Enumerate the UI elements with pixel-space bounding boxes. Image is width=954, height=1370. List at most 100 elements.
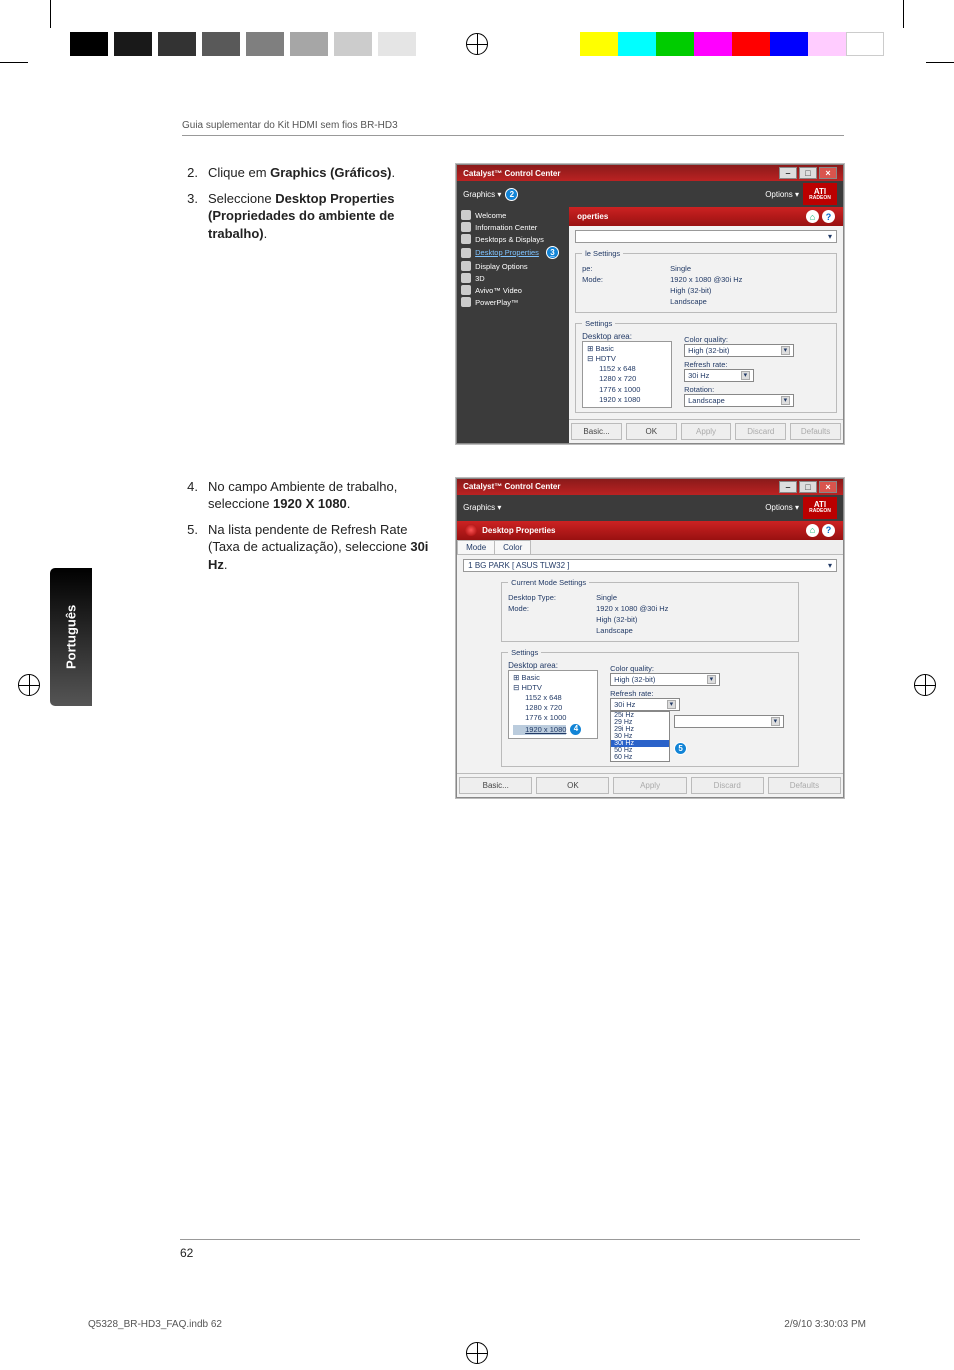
step-3: 3. Seleccione Desktop Properties (Propri… (182, 190, 432, 243)
panel-legend: Settings (582, 319, 615, 328)
ok-button[interactable]: OK (626, 423, 677, 440)
crop-mark (0, 62, 28, 63)
help-icon[interactable]: ? (822, 524, 835, 537)
graphics-menu[interactable]: Graphics ▾ (463, 190, 501, 199)
discard-button[interactable]: Discard (691, 777, 764, 794)
rotation-dropdown[interactable]: ▾ (674, 715, 784, 728)
basic-button[interactable]: Basic... (571, 423, 622, 440)
window-titlebar: Catalyst™ Control Center – □ × (457, 165, 843, 181)
minimize-button[interactable]: – (779, 481, 797, 493)
desktop-area-tree[interactable]: ⊞ Basic ⊟ HDTV 1152 x 648 1280 x 720 177… (582, 341, 672, 408)
refresh-rate-option[interactable]: 29 Hz (611, 719, 669, 726)
tab-color[interactable]: Color (494, 540, 531, 554)
color-bar (580, 32, 884, 56)
tree-node-basic[interactable]: ⊞ Basic (513, 673, 593, 683)
tree-node-resolution[interactable]: 1152 x 648 (513, 693, 593, 703)
sidebar-item-welcome[interactable]: Welcome (457, 209, 569, 221)
density-bar (70, 32, 422, 56)
sidebar-item-display-options[interactable]: Display Options (457, 260, 569, 272)
window-title: Catalyst™ Control Center (463, 482, 560, 491)
label-mode: Mode: (508, 604, 586, 613)
value-color: High (32-bit) (596, 615, 637, 624)
sidebar-item-desktop-properties[interactable]: Desktop Properties3 (457, 245, 569, 260)
home-icon[interactable]: ⌂ (806, 524, 819, 537)
slug-file: Q5328_BR-HD3_FAQ.indb 62 (88, 1319, 222, 1330)
maximize-button[interactable]: □ (799, 481, 817, 493)
sidebar-item-label: 3D (475, 274, 485, 283)
apply-button[interactable]: Apply (681, 423, 732, 440)
color-quality-dropdown[interactable]: High (32-bit)▾ (610, 673, 720, 686)
close-button[interactable]: × (819, 481, 837, 493)
ok-button[interactable]: OK (536, 777, 609, 794)
options-menu[interactable]: Options ▾ (765, 190, 799, 199)
panel-legend: le Settings (582, 249, 623, 258)
settings-panel: Settings Desktop area: ⊞ Basic ⊟ HDTV 11… (501, 648, 799, 767)
tree-node-basic[interactable]: ⊞ Basic (587, 344, 667, 354)
refresh-rate-option[interactable]: 50 Hz (611, 747, 669, 754)
sidebar-item-desktops[interactable]: Desktops & Displays (457, 233, 569, 245)
sidebar-item-info[interactable]: Information Center (457, 221, 569, 233)
tree-node-hdtv[interactable]: ⊟ HDTV (513, 683, 593, 693)
label-desktop-area: Desktop area: (508, 661, 598, 670)
tree-node-1920x1080[interactable]: 1920 x 1080 (513, 725, 566, 735)
label-desktop-type: Desktop Type: (508, 593, 586, 602)
step-text: . (392, 165, 396, 180)
value-desktop-type: Single (596, 593, 617, 602)
ati-logo: ATIRADEON (803, 497, 837, 519)
tab-mode[interactable]: Mode (457, 540, 495, 554)
options-menu[interactable]: Options ▾ (765, 503, 799, 512)
tree-node-resolution[interactable]: 1280 x 720 (513, 703, 593, 713)
refresh-rate-option[interactable]: 25i Hz (611, 712, 669, 719)
sidebar-item-avivo[interactable]: Avivo™ Video (457, 284, 569, 296)
defaults-button[interactable]: Defaults (768, 777, 841, 794)
apply-button[interactable]: Apply (613, 777, 686, 794)
tree-node-resolution[interactable]: 1152 x 648 (587, 364, 667, 374)
help-icon[interactable]: ? (822, 210, 835, 223)
rotation-dropdown[interactable]: Landscape▾ (684, 394, 794, 407)
color-quality-dropdown[interactable]: High (32-bit)▾ (684, 344, 794, 357)
value-mode: 1920 x 1080 @30i Hz (596, 604, 668, 613)
options-icon (461, 261, 471, 271)
value-desktop-type: Single (670, 264, 691, 273)
step-text: . (224, 557, 228, 572)
display-icon (461, 234, 471, 244)
label-mode: Mode: (582, 275, 660, 284)
step-number: 3. (182, 190, 198, 243)
video-icon (461, 285, 471, 295)
home-icon[interactable]: ⌂ (806, 210, 819, 223)
current-mode-panel: le Settings pe:Single Mode:1920 x 1080 @… (575, 249, 837, 313)
dropdown-value: Landscape (688, 396, 725, 405)
registration-mark-right (914, 674, 936, 696)
panel-legend: Settings (508, 648, 541, 657)
maximize-button[interactable]: □ (799, 167, 817, 179)
tree-node-resolution[interactable]: 1920 x 1080 (587, 395, 667, 405)
tree-node-resolution[interactable]: 1280 x 720 (587, 374, 667, 384)
basic-button[interactable]: Basic... (459, 777, 532, 794)
close-button[interactable]: × (819, 167, 837, 179)
dropdown-value: 1 BG PARK [ ASUS TLW32 ] (468, 561, 569, 570)
tree-node-resolution[interactable]: 1776 x 1000 (513, 713, 593, 723)
refresh-rate-option[interactable]: 29i Hz (611, 726, 669, 733)
refresh-rate-dropdown[interactable]: 30i Hz▾ (684, 369, 754, 382)
refresh-rate-option[interactable]: 60 Hz (611, 754, 669, 761)
refresh-rate-list[interactable]: 25i Hz 29 Hz 29i Hz 30 Hz 30i Hz 50 Hz 6… (610, 711, 670, 762)
tree-node-hdtv[interactable]: ⊟ HDTV (587, 354, 667, 364)
sidebar-item-powerplay[interactable]: PowerPlay™ (457, 296, 569, 308)
device-dropdown[interactable]: 1 BG PARK [ ASUS TLW32 ]▾ (463, 559, 837, 572)
refresh-rate-dropdown[interactable]: 30i Hz▾ (610, 698, 680, 711)
step-4: 4. No campo Ambiente de trabalho, selecc… (182, 478, 432, 513)
minimize-button[interactable]: – (779, 167, 797, 179)
value-color: High (32-bit) (670, 286, 711, 295)
device-dropdown[interactable]: ▾ (575, 230, 837, 243)
label-color-quality: Color quality: (610, 664, 792, 673)
tree-node-resolution[interactable]: 1776 x 1000 (587, 385, 667, 395)
sidebar-item-3d[interactable]: 3D (457, 272, 569, 284)
refresh-rate-option-30i[interactable]: 30i Hz (611, 740, 669, 747)
graphics-menu[interactable]: Graphics ▾ (463, 503, 501, 512)
step-text: . (264, 226, 268, 241)
discard-button[interactable]: Discard (735, 423, 786, 440)
desktop-area-tree[interactable]: ⊞ Basic ⊟ HDTV 1152 x 648 1280 x 720 177… (508, 670, 598, 740)
defaults-button[interactable]: Defaults (790, 423, 841, 440)
refresh-rate-option[interactable]: 30 Hz (611, 733, 669, 740)
properties-icon (461, 248, 471, 258)
